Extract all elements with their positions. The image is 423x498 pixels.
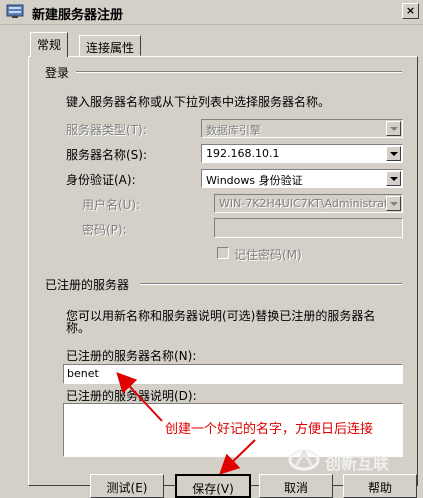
- annotation-arrows: [116, 372, 256, 475]
- annotation-arrow-to-save: [219, 439, 256, 475]
- cancel-button[interactable]: 取消: [259, 474, 333, 498]
- save-button[interactable]: 保存(V): [175, 474, 251, 498]
- test-button[interactable]: 测试(E): [90, 474, 164, 498]
- watermark-logo-icon: [288, 448, 320, 471]
- watermark-text: 创新互联: [325, 454, 390, 473]
- tab-general[interactable]: 常规: [30, 32, 69, 57]
- help-button[interactable]: 帮助: [343, 474, 417, 498]
- annotation-text: 创建一个好记的名字，方便日后连接: [165, 422, 374, 437]
- annotation-arrow-to-name: [116, 372, 163, 422]
